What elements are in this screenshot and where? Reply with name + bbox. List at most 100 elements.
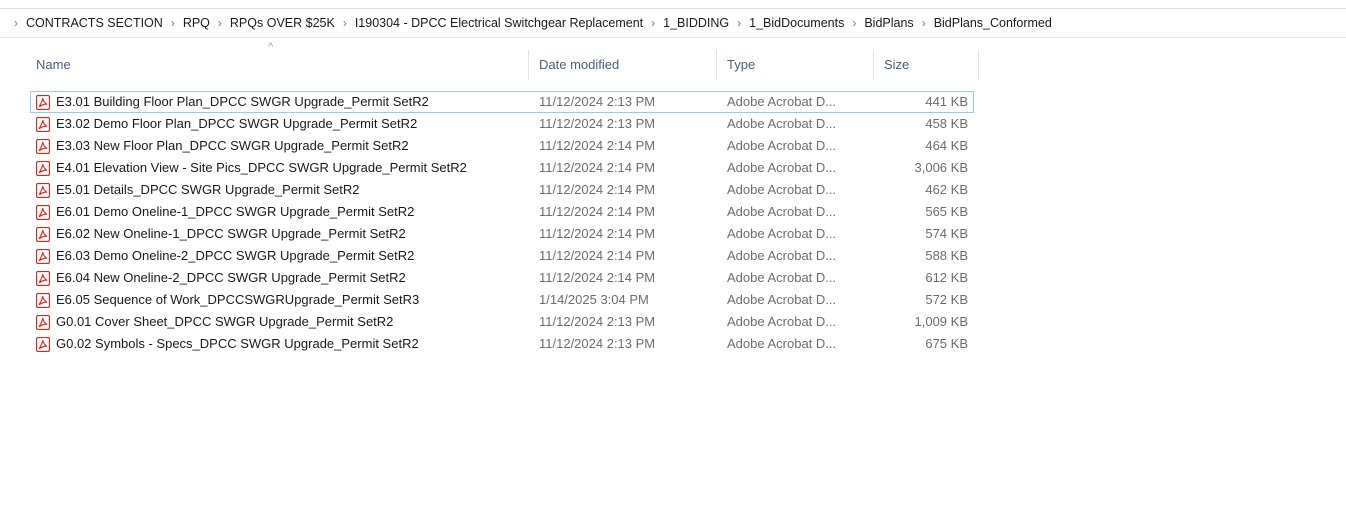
file-row[interactable]: E3.01 Building Floor Plan_DPCC SWGR Upgr… (30, 91, 974, 113)
breadcrumb-item-rpqs-over-25k[interactable]: RPQs OVER $25K (230, 16, 335, 30)
file-date-modified: 11/12/2024 2:14 PM (539, 160, 656, 175)
pdf-file-icon (36, 314, 50, 330)
file-date-modified: 11/12/2024 2:14 PM (539, 226, 656, 241)
breadcrumb-item-contracts-section[interactable]: CONTRACTS SECTION (26, 16, 163, 30)
file-list: E3.01 Building Floor Plan_DPCC SWGR Upgr… (30, 91, 974, 355)
breadcrumb-item-bidding[interactable]: 1_BIDDING (663, 16, 729, 30)
file-type: Adobe Acrobat D... (727, 204, 837, 219)
pdf-file-icon (36, 160, 50, 176)
file-name: G0.01 Cover Sheet_DPCC SWGR Upgrade_Perm… (56, 314, 394, 329)
file-name-cell: E6.05 Sequence of Work_DPCCSWGRUpgrade_P… (36, 289, 419, 311)
file-name-cell: E5.01 Details_DPCC SWGR Upgrade_Permit S… (36, 179, 359, 201)
file-name-cell: E3.01 Building Floor Plan_DPCC SWGR Upgr… (36, 91, 429, 113)
file-date-modified: 11/12/2024 2:14 PM (539, 248, 656, 263)
file-row[interactable]: E3.02 Demo Floor Plan_DPCC SWGR Upgrade_… (30, 113, 974, 135)
file-name: E3.03 New Floor Plan_DPCC SWGR Upgrade_P… (56, 138, 409, 153)
pdf-file-icon (36, 336, 50, 352)
file-name-cell: E4.01 Elevation View - Site Pics_DPCC SW… (36, 157, 467, 179)
file-name-cell: E6.03 Demo Oneline-2_DPCC SWGR Upgrade_P… (36, 245, 414, 267)
file-date-modified: 11/12/2024 2:13 PM (539, 314, 656, 329)
file-type: Adobe Acrobat D... (727, 314, 837, 329)
file-name: G0.02 Symbols - Specs_DPCC SWGR Upgrade_… (56, 336, 419, 351)
file-type: Adobe Acrobat D... (727, 270, 837, 285)
file-size: 458 KB (925, 116, 968, 131)
pdf-file-icon (36, 270, 50, 286)
pdf-file-icon (36, 248, 50, 264)
column-divider[interactable] (873, 50, 874, 80)
file-size: 565 KB (925, 204, 968, 219)
chevron-right-icon[interactable]: › (922, 16, 926, 30)
file-type: Adobe Acrobat D... (727, 94, 837, 109)
breadcrumb-item-bidplans-conformed[interactable]: BidPlans_Conformed (934, 16, 1052, 30)
pdf-file-icon (36, 204, 50, 220)
chevron-right-icon[interactable]: › (651, 16, 655, 30)
column-header-size[interactable]: Size (884, 50, 974, 78)
file-size: 1,009 KB (914, 314, 969, 329)
column-divider[interactable] (716, 50, 717, 80)
file-name: E5.01 Details_DPCC SWGR Upgrade_Permit S… (56, 182, 360, 197)
chevron-right-icon[interactable]: › (737, 16, 741, 30)
chevron-right-icon[interactable]: › (852, 16, 856, 30)
file-type: Adobe Acrobat D... (727, 182, 837, 197)
breadcrumb-item-project[interactable]: I190304 - DPCC Electrical Switchgear Rep… (355, 16, 643, 30)
breadcrumb-item-bidplans[interactable]: BidPlans (864, 16, 913, 30)
file-row[interactable]: E5.01 Details_DPCC SWGR Upgrade_Permit S… (30, 179, 974, 201)
breadcrumb[interactable]: › CONTRACTS SECTION › RPQ › RPQs OVER $2… (0, 8, 1346, 38)
file-type: Adobe Acrobat D... (727, 248, 837, 263)
file-row[interactable]: E3.03 New Floor Plan_DPCC SWGR Upgrade_P… (30, 135, 974, 157)
file-type: Adobe Acrobat D... (727, 226, 837, 241)
pdf-file-icon (36, 292, 50, 308)
file-name: E6.05 Sequence of Work_DPCCSWGRUpgrade_P… (56, 292, 420, 307)
file-row[interactable]: E6.02 New Oneline-1_DPCC SWGR Upgrade_Pe… (30, 223, 974, 245)
file-row[interactable]: E6.05 Sequence of Work_DPCCSWGRUpgrade_P… (30, 289, 974, 311)
file-name: E6.01 Demo Oneline-1_DPCC SWGR Upgrade_P… (56, 204, 415, 219)
column-header-name[interactable]: Name (36, 50, 526, 78)
file-name-cell: E6.02 New Oneline-1_DPCC SWGR Upgrade_Pe… (36, 223, 406, 245)
file-size: 588 KB (925, 248, 968, 263)
column-divider[interactable] (528, 50, 529, 80)
file-row[interactable]: G0.02 Symbols - Specs_DPCC SWGR Upgrade_… (30, 333, 974, 355)
column-header-date-modified[interactable]: Date modified (539, 50, 709, 78)
file-type: Adobe Acrobat D... (727, 160, 837, 175)
file-size: 572 KB (925, 292, 968, 307)
column-divider[interactable] (978, 50, 979, 80)
file-name: E6.02 New Oneline-1_DPCC SWGR Upgrade_Pe… (56, 226, 406, 241)
file-date-modified: 11/12/2024 2:14 PM (539, 138, 656, 153)
file-date-modified: 11/12/2024 2:13 PM (539, 116, 656, 131)
pdf-file-icon (36, 94, 50, 110)
breadcrumb-item-biddocuments[interactable]: 1_BidDocuments (749, 16, 844, 30)
file-name-cell: G0.02 Symbols - Specs_DPCC SWGR Upgrade_… (36, 333, 419, 355)
pdf-file-icon (36, 226, 50, 242)
file-row[interactable]: E6.01 Demo Oneline-1_DPCC SWGR Upgrade_P… (30, 201, 974, 223)
file-date-modified: 11/12/2024 2:14 PM (539, 204, 656, 219)
file-name-cell: E6.01 Demo Oneline-1_DPCC SWGR Upgrade_P… (36, 201, 414, 223)
file-size: 441 KB (925, 94, 968, 109)
chevron-right-icon[interactable]: › (343, 16, 347, 30)
file-size: 574 KB (925, 226, 968, 241)
file-date-modified: 11/12/2024 2:14 PM (539, 182, 656, 197)
file-row[interactable]: G0.01 Cover Sheet_DPCC SWGR Upgrade_Perm… (30, 311, 974, 333)
file-name: E4.01 Elevation View - Site Pics_DPCC SW… (56, 160, 467, 175)
breadcrumb-item-rpq[interactable]: RPQ (183, 16, 210, 30)
pdf-file-icon (36, 182, 50, 198)
column-header-type[interactable]: Type (727, 50, 867, 78)
file-type: Adobe Acrobat D... (727, 292, 837, 307)
file-name-cell: E6.04 New Oneline-2_DPCC SWGR Upgrade_Pe… (36, 267, 406, 289)
file-type: Adobe Acrobat D... (727, 138, 837, 153)
file-date-modified: 1/14/2025 3:04 PM (539, 292, 649, 307)
file-row[interactable]: E6.03 Demo Oneline-2_DPCC SWGR Upgrade_P… (30, 245, 974, 267)
file-name-cell: G0.01 Cover Sheet_DPCC SWGR Upgrade_Perm… (36, 311, 393, 333)
file-date-modified: 11/12/2024 2:13 PM (539, 94, 656, 109)
file-size: 462 KB (925, 182, 968, 197)
chevron-right-icon[interactable]: › (14, 16, 18, 30)
file-size: 612 KB (925, 270, 968, 285)
file-name-cell: E3.03 New Floor Plan_DPCC SWGR Upgrade_P… (36, 135, 409, 157)
file-name: E3.02 Demo Floor Plan_DPCC SWGR Upgrade_… (56, 116, 418, 131)
file-name: E6.04 New Oneline-2_DPCC SWGR Upgrade_Pe… (56, 270, 406, 285)
file-row[interactable]: E6.04 New Oneline-2_DPCC SWGR Upgrade_Pe… (30, 267, 974, 289)
chevron-right-icon[interactable]: › (171, 16, 175, 30)
file-row[interactable]: E4.01 Elevation View - Site Pics_DPCC SW… (30, 157, 974, 179)
chevron-right-icon[interactable]: › (218, 16, 222, 30)
file-name-cell: E3.02 Demo Floor Plan_DPCC SWGR Upgrade_… (36, 113, 417, 135)
file-size: 675 KB (925, 336, 968, 351)
